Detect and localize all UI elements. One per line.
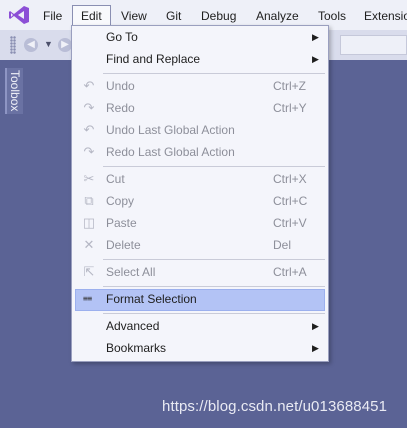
menu-debug[interactable]: Debug — [201, 6, 236, 26]
watermark: https://blog.csdn.net/u013688451 — [162, 398, 388, 415]
menu-item-shortcut: Ctrl+X — [273, 172, 307, 186]
menu-view[interactable]: View — [121, 6, 147, 26]
menu-item-label: Copy — [106, 194, 135, 208]
menu-item-copy[interactable]: ⧉ Copy Ctrl+C — [75, 191, 325, 213]
menu-item-label: Go To — [106, 30, 138, 44]
menu-separator — [103, 73, 325, 74]
cut-icon: ✂ — [83, 171, 95, 186]
menu-item-label: Undo Last Global Action — [106, 123, 235, 137]
chevron-down-icon[interactable]: ▼ — [44, 39, 53, 49]
visual-studio-logo-icon[interactable] — [8, 5, 30, 25]
menu-item-label: Cut — [106, 172, 125, 186]
delete-icon: ✕ — [83, 237, 95, 252]
menu-item-undo-last-global-action[interactable]: ↶ Undo Last Global Action — [75, 120, 325, 142]
menu-git[interactable]: Git — [166, 6, 181, 26]
menu-item-cut[interactable]: ✂ Cut Ctrl+X — [75, 169, 325, 191]
left-sidebar — [0, 60, 24, 428]
menu-item-label: Undo — [106, 79, 135, 93]
menu-item-go-to[interactable]: Go To ▶ — [75, 27, 325, 49]
menu-item-find-and-replace[interactable]: Find and Replace ▶ — [75, 49, 325, 71]
menu-item-paste[interactable]: ◫ Paste Ctrl+V — [75, 213, 325, 235]
menu-item-label: Bookmarks — [106, 341, 167, 355]
menu-item-label: Select All — [106, 265, 156, 279]
menu-separator — [103, 313, 325, 314]
menu-item-label: Find and Replace — [106, 52, 201, 66]
toolbar-grip[interactable] — [10, 36, 16, 54]
undo-icon: ↶ — [83, 122, 95, 137]
menu-item-shortcut: Del — [273, 238, 292, 252]
menu-item-label: Redo Last Global Action — [106, 145, 235, 159]
menu-item-label: Delete — [106, 238, 141, 252]
submenu-arrow-icon: ▶ — [312, 321, 319, 331]
menu-separator — [103, 259, 325, 260]
paste-icon: ◫ — [82, 215, 96, 230]
menu-item-label: Paste — [106, 216, 137, 230]
menu-item-shortcut: Ctrl+Y — [273, 101, 307, 115]
menu-item-shortcut: Ctrl+Z — [273, 79, 306, 93]
menu-analyze[interactable]: Analyze — [256, 6, 299, 26]
forward-icon[interactable]: ▶ — [58, 38, 72, 52]
edit-menu-dropdown: Go To ▶ Find and Replace ▶ ↶ Undo Ctrl+Z… — [71, 25, 329, 362]
menu-item-delete[interactable]: ✕ Delete Del — [75, 235, 325, 257]
redo-icon: ↷ — [83, 100, 95, 115]
toolbox-tab[interactable]: Toolbox — [5, 68, 23, 114]
menu-item-bookmarks[interactable]: Bookmarks ▶ — [75, 338, 325, 360]
format-selection-icon: ≡≡ — [83, 294, 92, 303]
menu-item-label: Advanced — [106, 319, 160, 333]
menu-item-redo-last-global-action[interactable]: ↷ Redo Last Global Action — [75, 142, 325, 164]
menu-extensions[interactable]: Extensio — [364, 6, 407, 26]
back-icon[interactable]: ◀ — [24, 38, 38, 52]
menu-item-label: Redo — [106, 101, 135, 115]
submenu-arrow-icon: ▶ — [312, 343, 319, 353]
menu-item-redo[interactable]: ↷ Redo Ctrl+Y — [75, 98, 325, 120]
menu-separator — [103, 166, 325, 167]
menu-file[interactable]: File — [43, 6, 62, 26]
menu-item-undo[interactable]: ↶ Undo Ctrl+Z — [75, 76, 325, 98]
toolbox-label: Toolbox — [8, 70, 22, 112]
menu-item-format-selection[interactable]: ≡≡ Format Selection — [75, 289, 325, 311]
copy-icon: ⧉ — [84, 193, 94, 208]
menu-separator — [103, 286, 325, 287]
submenu-arrow-icon: ▶ — [312, 32, 319, 42]
redo-icon: ↷ — [83, 144, 95, 159]
select-all-icon: ⇱ — [83, 264, 95, 279]
solution-config-dropdown[interactable] — [340, 35, 407, 55]
menu-item-shortcut: Ctrl+V — [273, 216, 307, 230]
menu-item-shortcut: Ctrl+A — [273, 265, 307, 279]
menu-item-shortcut: Ctrl+C — [273, 194, 308, 208]
submenu-arrow-icon: ▶ — [312, 54, 319, 64]
menu-item-select-all[interactable]: ⇱ Select All Ctrl+A — [75, 262, 325, 284]
menu-tools[interactable]: Tools — [318, 6, 346, 26]
menu-item-advanced[interactable]: Advanced ▶ — [75, 316, 325, 338]
undo-icon: ↶ — [83, 78, 95, 93]
menu-item-label: Format Selection — [106, 292, 197, 306]
